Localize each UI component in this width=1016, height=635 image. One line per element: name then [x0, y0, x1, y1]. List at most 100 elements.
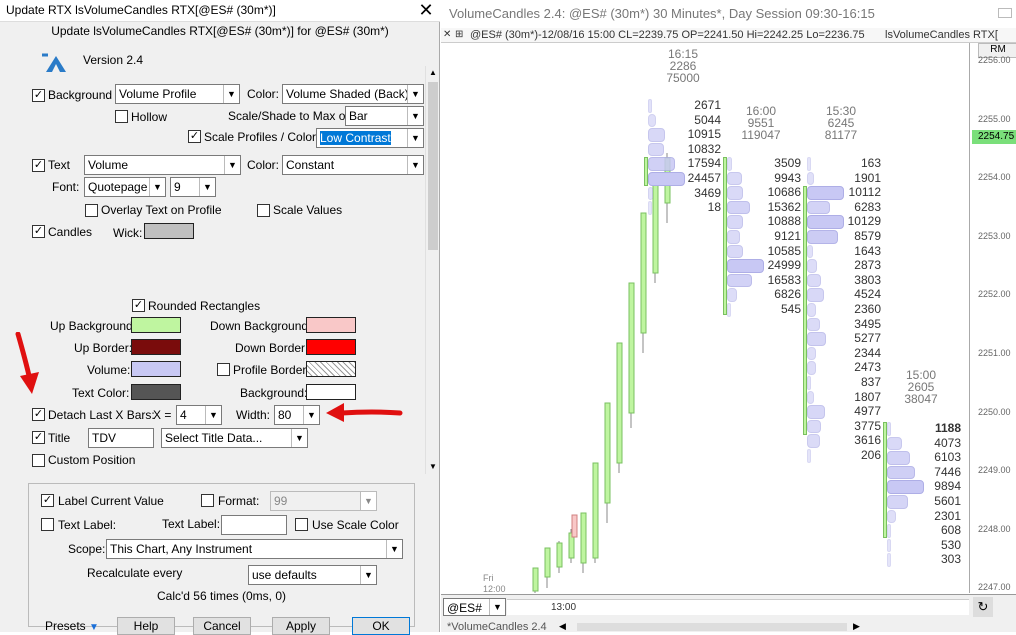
profile-volume-label: 24999 — [767, 258, 801, 273]
profile-volume-label: 1901 — [854, 170, 881, 185]
rounded-checkbox[interactable]: ✓ — [132, 299, 145, 312]
chevron-down-icon: ▼ — [291, 429, 307, 447]
scale-values-checkbox[interactable] — [257, 204, 270, 217]
font-size-select[interactable]: 9 ▼ — [170, 177, 216, 197]
help-button[interactable]: Help — [117, 617, 175, 635]
tab-left-icon[interactable]: ◀ — [559, 621, 566, 632]
label-current-checkbox[interactable]: ✓ — [41, 494, 54, 507]
profile-volume-label: 15362 — [767, 199, 801, 214]
title-checkbox[interactable]: ✓ — [32, 431, 45, 444]
expand-icon[interactable]: ⊞ — [455, 29, 463, 40]
profile-volume-label: 5601 — [934, 494, 961, 508]
down-border-label: Down Border: — [235, 341, 309, 355]
fri-time-label: 12:00 — [483, 584, 506, 594]
scroll-up-icon[interactable]: ▲ — [426, 66, 440, 80]
format-select[interactable]: 99 ▼ — [270, 491, 377, 511]
hollow-checkbox[interactable] — [115, 110, 128, 123]
symbol-select[interactable]: @ES# ▼ — [443, 598, 506, 616]
background-checkbox[interactable]: ✓ — [32, 89, 45, 102]
custom-position-checkbox[interactable] — [32, 454, 45, 467]
use-scale-color-checkbox[interactable] — [295, 518, 308, 531]
profile-volume-label: 18 — [707, 200, 721, 215]
apply-button[interactable]: Apply — [272, 617, 330, 635]
collapse-icon[interactable]: ✕ — [443, 29, 451, 40]
text-select[interactable]: Volume ▼ — [84, 155, 241, 175]
recalc-select[interactable]: use defaults ▼ — [248, 565, 377, 585]
arrow-left-icon — [326, 403, 403, 422]
detach-x-select[interactable]: 4 ▼ — [176, 405, 222, 425]
text-label: Text — [48, 158, 71, 172]
scale-profiles-select[interactable]: Low Contrast ▼ — [316, 128, 424, 148]
format-checkbox[interactable] — [201, 494, 214, 507]
background2-swatch[interactable] — [306, 384, 356, 400]
scale-profiles-checkbox[interactable]: ✓ — [188, 130, 201, 143]
recalc-label: Recalculate every — [87, 566, 183, 580]
rounded-label: Rounded Rectangles — [148, 299, 261, 313]
title-input[interactable]: TDV — [88, 428, 154, 448]
text-checkbox[interactable]: ✓ — [32, 159, 45, 172]
refresh-icon[interactable]: ↻ — [973, 597, 993, 617]
bar-header: 16:15 2286 75000 — [653, 48, 713, 84]
down-border-swatch[interactable] — [306, 339, 356, 355]
chart-pane[interactable]: 2671 5044 10915 10832 17594 24457 3469 18 3509 99… — [441, 43, 969, 594]
format-label: Format: — [218, 494, 260, 508]
presets-button[interactable]: Presets ▼ — [45, 619, 99, 633]
restore-icon[interactable] — [998, 8, 1012, 18]
info-text: @ES# (30m*)-12/08/16 15:00 CL=2239.75 OP… — [470, 29, 865, 41]
up-bg-swatch[interactable] — [131, 317, 181, 333]
scope-select[interactable]: This Chart, Any Instrument ▼ — [106, 539, 403, 559]
time-label: 13:00 — [551, 602, 577, 613]
overlay-checkbox[interactable] — [85, 204, 98, 217]
profile-volume-label: 4073 — [934, 435, 961, 450]
width-select[interactable]: 80 ▼ — [274, 405, 320, 425]
close-icon[interactable]: ✕ — [416, 0, 436, 22]
tab-right-icon[interactable]: ▶ — [853, 621, 860, 632]
dialog-scrollbar[interactable]: ▲ ▼ — [425, 66, 439, 474]
volume-swatch[interactable] — [131, 361, 181, 377]
cancel-button[interactable]: Cancel — [193, 617, 251, 635]
dialog-title: Update RTX lsVolumeCandles RTX[@ES# (30m… — [6, 3, 276, 17]
scale-shade-select[interactable]: Bar ▼ — [345, 106, 424, 126]
price-axis[interactable]: RM 2256.00 2255.00 2254.00 2253.00 2252.00 22… — [969, 43, 1016, 593]
detach-checkbox[interactable]: ✓ — [32, 408, 45, 421]
font-label: Font: — [52, 180, 80, 194]
profile-volume-label: 6826 — [774, 287, 801, 302]
font-select[interactable]: Quotepage ▼ — [84, 177, 166, 197]
profile-bar — [807, 303, 816, 317]
chevron-down-icon: ▼ — [407, 129, 423, 147]
chart-bottom-bar: @ES# ▼ 13:00 ↻ *VolumeCandles 2.4 ◀ ▶ — [441, 594, 1016, 633]
text-label-checkbox[interactable] — [41, 518, 54, 531]
text-color-select[interactable]: Constant ▼ — [282, 155, 424, 175]
fri-label: Fri — [483, 573, 494, 583]
scroll-thumb[interactable] — [428, 82, 438, 250]
ok-button[interactable]: OK — [352, 617, 410, 635]
background-select[interactable]: Volume Profile ▼ — [115, 84, 240, 104]
profile-bar — [648, 99, 653, 113]
profile-border-swatch[interactable] — [306, 361, 356, 377]
profile-bar — [887, 538, 891, 553]
chart-tab[interactable]: *VolumeCandles 2.4 — [447, 621, 547, 633]
candles-checkbox[interactable]: ✓ — [32, 225, 45, 238]
profile-bar — [807, 157, 811, 171]
horizontal-scrollbar[interactable] — [577, 623, 847, 631]
profile-bar — [807, 390, 814, 405]
profile-volume-label: 8579 — [854, 229, 881, 243]
scroll-down-icon[interactable]: ▼ — [426, 460, 440, 474]
wick-swatch[interactable] — [144, 223, 194, 239]
text-color-swatch[interactable] — [131, 384, 181, 400]
profile-volume-label: 10888 — [767, 214, 801, 229]
candles-label: Candles — [48, 225, 93, 239]
profile-bar — [727, 171, 742, 186]
bg-color-select[interactable]: Volume Shaded (Back) ▼ — [282, 84, 424, 104]
title-data-select[interactable]: Select Title Data... ▼ — [161, 428, 308, 448]
down-bg-swatch[interactable] — [306, 317, 356, 333]
text-label-input[interactable] — [221, 515, 287, 535]
price-tick: 2247.00 — [978, 582, 1011, 593]
profile-border-checkbox[interactable] — [217, 363, 230, 376]
profile-bar — [887, 509, 896, 524]
up-border-swatch[interactable] — [131, 339, 181, 355]
price-tick: 2255.00 — [978, 113, 1011, 124]
time-axis[interactable]: 13:00 — [507, 599, 969, 615]
price-tick: 2253.00 — [978, 230, 1011, 241]
profile-bar — [648, 201, 652, 215]
